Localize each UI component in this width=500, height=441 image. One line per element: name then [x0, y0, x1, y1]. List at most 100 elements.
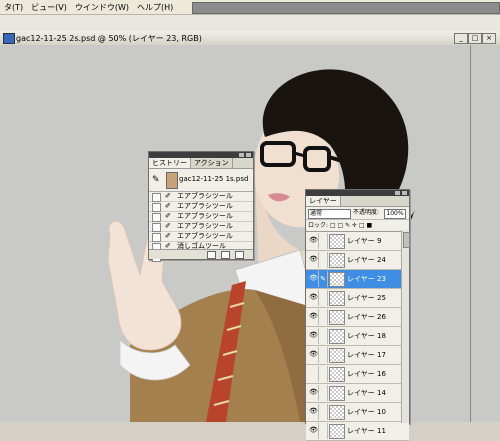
opacity-field[interactable]: 100% — [384, 209, 406, 219]
palette-titlebar[interactable] — [149, 152, 253, 158]
layer-thumbnail — [329, 386, 345, 401]
paintbrush-icon[interactable] — [318, 252, 328, 268]
layer-thumbnail — [329, 348, 345, 363]
blend-mode-select[interactable]: 通常 — [308, 209, 351, 219]
layer-name: レイヤー 23 — [347, 275, 386, 283]
snapshot-name: gac12-11-25 1s.psd — [179, 175, 249, 183]
eye-icon[interactable]: 👁 — [309, 256, 318, 263]
scrollbar-thumb[interactable] — [403, 232, 410, 248]
eye-icon[interactable]: 👁 — [309, 237, 318, 244]
layer-thumbnail — [329, 234, 345, 249]
layer-name: レイヤー 10 — [347, 408, 386, 416]
layer-row[interactable]: 👁 レイヤー 11 — [306, 422, 409, 441]
history-snapshot[interactable]: ✎ gac12-11-25 1s.psd — [149, 169, 253, 192]
close-button[interactable]: × — [482, 33, 496, 44]
layer-name: レイヤー 25 — [347, 294, 386, 302]
lock-label: ロック: — [308, 222, 329, 229]
trash-icon[interactable] — [235, 251, 244, 259]
tab-history[interactable]: ヒストリー — [149, 158, 191, 168]
layer-name: レイヤー 11 — [347, 427, 386, 435]
history-state[interactable]: ✐ エアブラシツール — [149, 202, 253, 212]
eye-icon[interactable]: 👁 — [309, 408, 318, 415]
layer-thumbnail — [329, 329, 345, 344]
menu-item-tools[interactable]: タ(T) — [0, 2, 27, 13]
new-document-from-state-icon[interactable] — [207, 251, 216, 259]
layer-row[interactable]: 👁 レイヤー 14 — [306, 384, 409, 403]
canvas-edge-guide — [470, 45, 471, 422]
eye-icon[interactable]: 👁 — [309, 427, 318, 434]
layer-row[interactable]: 👁 レイヤー 17 — [306, 346, 409, 365]
eye-icon[interactable]: 👁 — [309, 389, 318, 396]
eye-icon[interactable] — [309, 370, 316, 377]
history-brush-source-icon[interactable]: ✎ — [152, 175, 160, 185]
layer-row[interactable]: 👁 レイヤー 18 — [306, 327, 409, 346]
paintbrush-icon[interactable] — [318, 385, 328, 401]
paintbrush-icon[interactable] — [318, 290, 328, 306]
palette-minimize-icon[interactable] — [395, 191, 400, 195]
layer-controls: 通常 不透明度: 100% — [306, 207, 409, 220]
eye-icon[interactable]: 👁 — [309, 332, 318, 339]
layer-name: レイヤー 24 — [347, 256, 386, 264]
paintbrush-icon[interactable]: ✎ — [318, 271, 328, 287]
history-state[interactable]: ✐ エアブラシツール — [149, 232, 253, 242]
airbrush-icon: ✐ — [165, 232, 171, 240]
menu-item-view[interactable]: ビュー(V) — [27, 2, 71, 13]
history-state-label: エアブラシツール — [177, 232, 233, 240]
eye-icon[interactable]: 👁 — [309, 351, 318, 358]
paintbrush-icon[interactable] — [318, 233, 328, 249]
layer-thumbnail — [329, 367, 345, 382]
layers-tabs: レイヤー — [306, 196, 409, 207]
layer-row[interactable]: 👁 レイヤー 25 — [306, 289, 409, 308]
layer-list: 👁 レイヤー 9 👁 レイヤー 24 👁 ✎ レイヤー 23 👁 レイヤー 25 👁 レイヤー 26… — [306, 232, 409, 441]
opacity-label: 不透明度: — [353, 209, 380, 216]
history-state[interactable]: ✐ エアブラシツール — [149, 222, 253, 232]
lock-icons[interactable]: □ □ ✎ ✛ □ ■ — [330, 222, 372, 229]
tab-layers[interactable]: レイヤー — [306, 196, 341, 206]
layer-name: レイヤー 16 — [347, 370, 386, 378]
paintbrush-icon[interactable] — [318, 328, 328, 344]
options-bar — [0, 15, 500, 32]
palette-titlebar[interactable] — [306, 190, 409, 196]
history-brush-checkbox[interactable] — [152, 233, 161, 242]
menu-item-help[interactable]: ヘルプ(H) — [133, 2, 177, 13]
new-snapshot-icon[interactable] — [221, 251, 230, 259]
history-state-label: エアブラシツール — [177, 212, 233, 220]
palette-close-icon[interactable] — [246, 153, 251, 157]
layer-row[interactable]: 👁 レイヤー 10 — [306, 403, 409, 422]
layer-name: レイヤー 18 — [347, 332, 386, 340]
history-brush-checkbox[interactable] — [152, 213, 161, 222]
history-palette: ヒストリー アクション ✎ gac12-11-25 1s.psd ✐ エアブラシツ… — [148, 151, 254, 262]
document-title: gac12-11-25 2s.psd @ 50% (レイヤー 23, RGB) — [16, 34, 202, 43]
maximize-button[interactable]: □ — [468, 33, 482, 44]
history-brush-checkbox[interactable] — [152, 223, 161, 232]
eye-icon[interactable]: 👁 — [309, 294, 318, 301]
paintbrush-icon[interactable] — [318, 347, 328, 363]
tab-actions[interactable]: アクション — [191, 158, 233, 168]
layer-thumbnail — [329, 405, 345, 420]
eye-icon[interactable]: 👁 — [309, 275, 318, 282]
paintbrush-icon[interactable] — [318, 366, 328, 382]
palette-close-icon[interactable] — [402, 191, 407, 195]
history-state[interactable]: ✐ エアブラシツール — [149, 192, 253, 202]
history-brush-checkbox[interactable] — [152, 203, 161, 212]
history-tabs: ヒストリー アクション — [149, 158, 253, 169]
paintbrush-icon[interactable] — [318, 309, 328, 325]
palette-minimize-icon[interactable] — [239, 153, 244, 157]
layer-row[interactable]: 👁 レイヤー 24 — [306, 251, 409, 270]
minimize-button[interactable]: _ — [454, 33, 468, 44]
eye-icon[interactable]: 👁 — [309, 313, 318, 320]
layer-thumbnail — [329, 424, 345, 439]
layer-row[interactable]: 👁 レイヤー 9 — [306, 232, 409, 251]
paintbrush-icon[interactable] — [318, 423, 328, 439]
layer-scrollbar[interactable] — [401, 230, 410, 423]
layer-row[interactable]: 👁 ✎ レイヤー 23 — [306, 270, 409, 289]
layer-row[interactable]: レイヤー 16 — [306, 365, 409, 384]
palette-well — [192, 2, 500, 14]
menu-item-window[interactable]: ウインドウ(W) — [71, 2, 133, 13]
snapshot-thumbnail — [166, 172, 178, 189]
layer-name: レイヤー 9 — [347, 237, 382, 245]
layer-row[interactable]: 👁 レイヤー 26 — [306, 308, 409, 327]
history-brush-checkbox[interactable] — [152, 193, 161, 202]
paintbrush-icon[interactable] — [318, 404, 328, 420]
history-state[interactable]: ✐ エアブラシツール — [149, 212, 253, 222]
